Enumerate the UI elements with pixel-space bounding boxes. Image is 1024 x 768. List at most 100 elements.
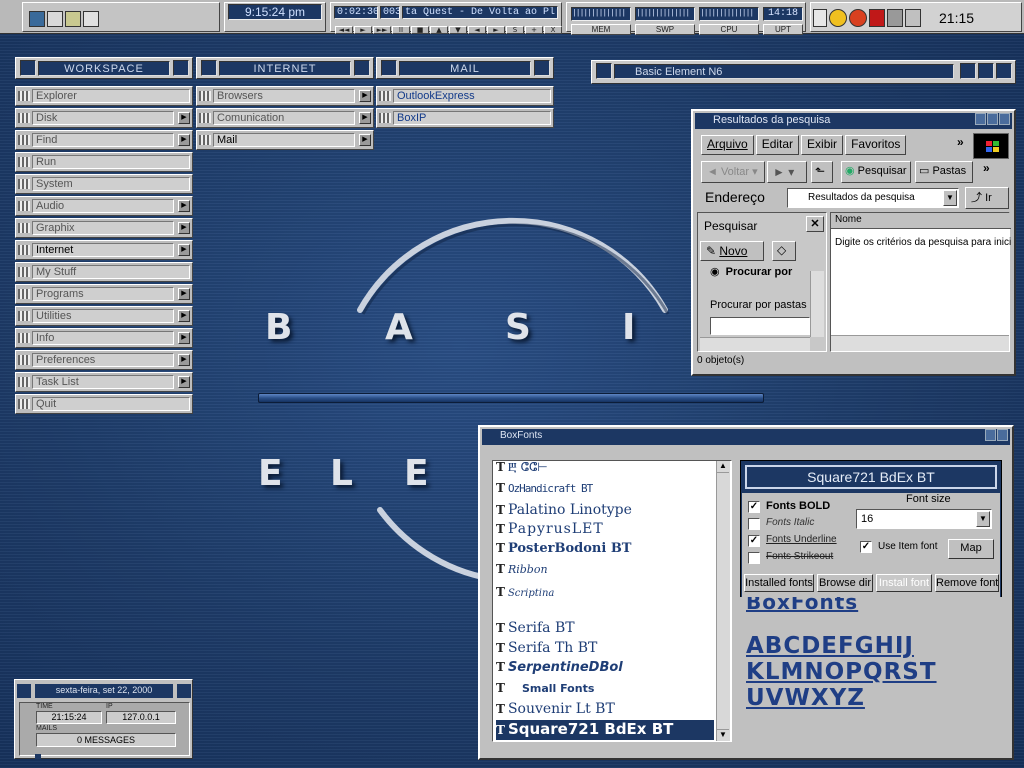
workspace-item[interactable]: Info ▶ — [15, 328, 193, 348]
workspace-item[interactable]: My Stuff — [15, 262, 193, 282]
workspace-item[interactable]: Graphix ▶ — [15, 218, 193, 238]
search-button[interactable]: ◉ Pesquisar — [841, 161, 911, 183]
workspace-item[interactable]: Find ▶ — [15, 130, 193, 150]
strikeout-checkbox[interactable] — [748, 552, 760, 564]
minimize-icon[interactable] — [975, 113, 986, 125]
font-list-item[interactable]: T Small Fonts — [496, 681, 714, 701]
scroll-down-icon[interactable]: ▼ — [717, 729, 729, 741]
font-size-select[interactable]: 16 — [856, 509, 992, 529]
workspace-item[interactable]: Internet ▶ — [15, 240, 193, 260]
player-button[interactable]: X — [544, 26, 562, 34]
tray-hand-icon[interactable] — [869, 9, 885, 27]
maximize-icon[interactable] — [987, 113, 998, 125]
minimize-icon[interactable] — [985, 429, 996, 441]
player-button[interactable]: ► — [354, 26, 372, 34]
font-list-item[interactable]: TⰁ ⵛⵛ⊢ — [496, 460, 714, 480]
font-list-item[interactable]: T Souvenir Lt BT — [496, 701, 714, 721]
installed-fonts-button[interactable]: Installed fonts — [744, 574, 814, 592]
status-knob-icon[interactable] — [177, 684, 191, 698]
workspace-item[interactable]: Run — [15, 152, 193, 172]
close-icon[interactable] — [999, 113, 1010, 125]
computer-icon[interactable] — [29, 11, 45, 27]
menu-arquivo[interactable]: Arquivo — [701, 135, 754, 155]
back-button[interactable]: ◄ Voltar ▾ — [701, 161, 765, 183]
menu-knob-icon[interactable] — [354, 60, 370, 76]
internet-item[interactable]: Browsers ▶ — [196, 86, 374, 106]
bar-knob-icon[interactable] — [960, 63, 976, 79]
search-icon[interactable] — [65, 11, 81, 27]
tray-speaker-icon[interactable] — [887, 9, 903, 27]
pane-hscrollbar[interactable] — [700, 337, 810, 351]
player-button[interactable]: + — [525, 26, 543, 34]
browse-dir-button[interactable]: Browse dir — [817, 574, 873, 592]
scroll-up-icon[interactable]: ▲ — [717, 461, 729, 473]
workspace-item[interactable]: Disk ▶ — [15, 108, 193, 128]
tray-monitor-icon[interactable] — [905, 9, 921, 27]
chevron-down-icon[interactable]: ▼ — [976, 511, 990, 527]
folders-button[interactable]: ▭ Pastas — [915, 161, 973, 183]
tray-smile-icon[interactable] — [829, 9, 847, 27]
font-list-item[interactable]: T Serifa BT — [496, 620, 714, 640]
font-list-item[interactable]: T OzHandicraft BT — [496, 481, 714, 501]
player-button[interactable]: ► — [487, 26, 505, 34]
menu-knob-icon[interactable] — [20, 60, 36, 76]
bar-knob-icon[interactable] — [978, 63, 994, 79]
status-knob-icon[interactable] — [17, 684, 31, 698]
menu-favoritos[interactable]: Favoritos — [845, 135, 907, 155]
workspace-item[interactable]: Audio ▶ — [15, 196, 193, 216]
font-list-item[interactable]: T PosterBodoni BT — [496, 541, 714, 561]
font-list-item[interactable]: T Ribbon — [496, 562, 714, 582]
eraser-icon[interactable]: ◇ — [772, 241, 796, 261]
italic-checkbox[interactable] — [748, 518, 760, 530]
chevron-down-icon[interactable]: ▼ — [943, 190, 957, 206]
menu-knob-icon[interactable] — [201, 60, 217, 76]
player-button[interactable]: ▲ — [430, 26, 448, 34]
player-button[interactable]: ■ — [411, 26, 429, 34]
player-button[interactable]: ▼ — [449, 26, 467, 34]
menu-exibir[interactable]: Exibir — [801, 135, 844, 155]
new-search-button[interactable]: ✎ Novo — [700, 241, 764, 261]
menu-knob-icon[interactable] — [534, 60, 550, 76]
settings-icon[interactable] — [83, 11, 99, 27]
results-hscrollbar[interactable] — [831, 335, 1009, 351]
bold-checkbox[interactable]: ✓ — [748, 501, 760, 513]
player-button[interactable]: S — [506, 26, 524, 34]
find-folders-input[interactable] — [710, 317, 810, 335]
install-font-button[interactable]: Install font — [876, 574, 932, 592]
font-list-item[interactable]: T PapyrusLET — [496, 521, 714, 541]
workspace-item[interactable]: Programs ▶ — [15, 284, 193, 304]
close-icon[interactable] — [997, 429, 1008, 441]
font-list-item[interactable]: T Palatino Linotype — [496, 502, 714, 522]
player-button[interactable]: ◄ — [468, 26, 486, 34]
use-item-font-checkbox[interactable]: ✓ — [860, 541, 872, 553]
remove-font-button[interactable]: Remove font — [935, 574, 999, 592]
chevron-right-icon[interactable]: » — [957, 135, 964, 149]
underline-checkbox[interactable]: ✓ — [748, 535, 760, 547]
bar-knob-icon[interactable] — [996, 63, 1012, 79]
font-list-item[interactable]: T Serifa Th BT — [496, 640, 714, 660]
internet-item[interactable]: Mail ▶ — [196, 130, 374, 150]
workspace-item[interactable]: Preferences ▶ — [15, 350, 193, 370]
workspace-item[interactable]: Explorer — [15, 86, 193, 106]
menu-knob-icon[interactable] — [381, 60, 397, 76]
tray-app-icon[interactable] — [813, 9, 827, 27]
column-name[interactable]: Nome — [831, 213, 1011, 229]
address-field[interactable]: Resultados da pesquisa — [787, 188, 959, 208]
player-button[interactable]: ►► — [373, 26, 391, 34]
menu-knob-icon[interactable] — [173, 60, 189, 76]
menu-editar[interactable]: Editar — [755, 135, 800, 155]
font-list-item[interactable]: T Square721 BdEx BT — [496, 720, 714, 740]
workspace-item[interactable]: Utilities ▶ — [15, 306, 193, 326]
mail-item[interactable]: OutlookExpress — [376, 86, 554, 106]
mail-item[interactable]: BoxIP — [376, 108, 554, 128]
tray-globe-icon[interactable] — [849, 9, 867, 27]
go-button[interactable]: ⤴ Ir — [965, 187, 1009, 209]
chevron-right-icon[interactable]: » — [983, 161, 990, 175]
workspace-item[interactable]: Quit — [15, 394, 193, 414]
workspace-item[interactable]: Task List ▶ — [15, 372, 193, 392]
workspace-item[interactable]: System — [15, 174, 193, 194]
font-list-item[interactable]: T Scriptina — [496, 585, 714, 605]
bar-knob-icon[interactable] — [596, 63, 612, 79]
internet-item[interactable]: Comunication ▶ — [196, 108, 374, 128]
close-pane-icon[interactable]: ✕ — [806, 216, 824, 232]
